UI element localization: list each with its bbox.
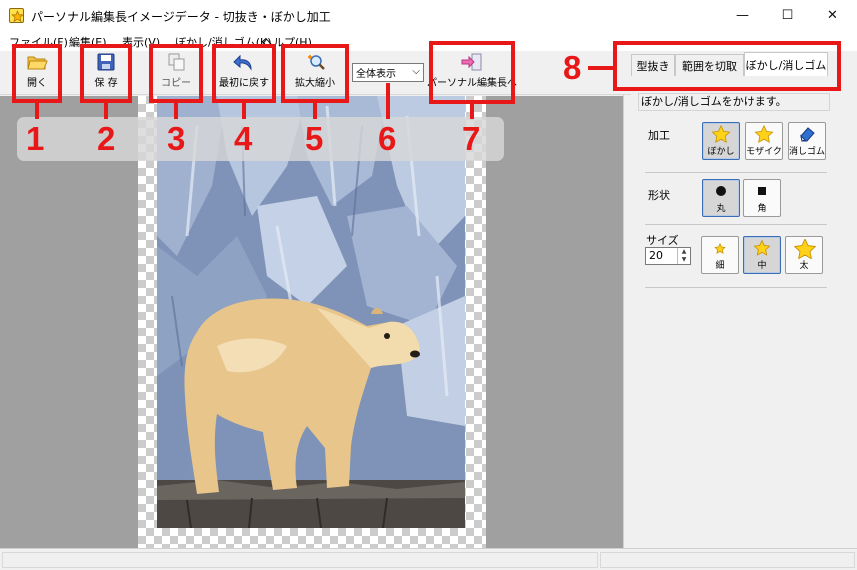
window-title: パーソナル編集長イメージデータ - 切抜き・ぼかし加工 [31, 10, 331, 24]
square-shape-label: 角 [757, 204, 767, 214]
eraser-icon [797, 125, 817, 143]
mosaic-option-label: モザイク [746, 147, 782, 157]
size-thin-button[interactable]: 細 [701, 236, 739, 274]
callout-line-1 [35, 103, 39, 119]
callout-line-2 [104, 103, 108, 119]
eraser-option-button[interactable]: 消しゴム [788, 122, 826, 160]
chevron-down-icon: ⌵ [412, 66, 420, 77]
callout-number-4: 4 [234, 120, 253, 157]
callout-line-8 [588, 66, 614, 70]
size-thin-label: 細 [715, 261, 725, 271]
star-icon [793, 237, 817, 260]
callout-box-1 [12, 44, 62, 103]
title-bar: パーソナル編集長イメージデータ - 切抜き・ぼかし加工 — ☐ ✕ [0, 0, 857, 31]
maximize-icon: ☐ [781, 8, 794, 23]
callout-line-4 [242, 103, 246, 119]
divider [645, 224, 827, 225]
callout-line-5 [313, 103, 317, 119]
splitter[interactable] [623, 95, 631, 548]
status-bar [0, 548, 857, 570]
callout-box-8 [613, 41, 841, 91]
callout-number-1: 1 [26, 120, 45, 157]
minimize-icon: — [736, 8, 749, 23]
size-stepper[interactable]: 20 ▲ ▼ [645, 247, 691, 265]
star-icon [752, 239, 772, 257]
blur-option-label: ぼかし [707, 147, 735, 157]
callout-line-3 [174, 103, 178, 119]
divider [645, 287, 827, 288]
size-label: サイズ [646, 234, 679, 247]
shape-label: 形状 [648, 189, 670, 202]
callout-line-7 [470, 104, 474, 119]
close-icon: ✕ [827, 8, 838, 23]
minimize-button[interactable]: — [720, 0, 765, 31]
callout-number-2: 2 [97, 120, 116, 157]
panel-description: ぼかし/消しゴムをかけます。 [638, 93, 830, 111]
size-thick-button[interactable]: 太 [785, 236, 823, 274]
app-icon [9, 8, 24, 23]
callout-number-8: 8 [563, 49, 582, 86]
zoom-dropdown-value: 全体表示 [356, 69, 396, 80]
mosaic-option-button[interactable]: モザイク [745, 122, 783, 160]
callout-line-6 [386, 83, 390, 119]
blur-option-button[interactable]: ぼかし [702, 122, 740, 160]
size-medium-button[interactable]: 中 [743, 236, 781, 274]
callout-number-3: 3 [167, 120, 186, 157]
status-segment [600, 552, 855, 568]
callout-number-5: 5 [305, 120, 324, 157]
close-button[interactable]: ✕ [810, 0, 855, 31]
stepper-arrows-icon[interactable]: ▲ ▼ [677, 248, 690, 264]
eraser-option-label: 消しゴム [789, 147, 826, 157]
round-shape-button[interactable]: 丸 [702, 179, 740, 217]
divider [645, 172, 827, 173]
square-icon [752, 182, 772, 200]
square-shape-button[interactable]: 角 [743, 179, 781, 217]
callout-number-7: 7 [462, 120, 481, 157]
star-icon [711, 124, 731, 143]
size-thick-label: 太 [799, 261, 809, 271]
callout-box-5 [281, 44, 349, 103]
star-icon [710, 239, 730, 257]
callout-box-7 [429, 41, 515, 104]
callout-box-3 [149, 44, 203, 103]
status-segment [2, 552, 598, 568]
callout-number-6: 6 [378, 120, 397, 157]
circle-icon [711, 182, 731, 200]
star-icon [754, 124, 774, 143]
round-shape-label: 丸 [716, 204, 726, 214]
callout-box-4 [212, 44, 276, 103]
zoom-dropdown[interactable]: 全体表示 ⌵ [352, 63, 424, 82]
size-medium-label: 中 [757, 261, 767, 271]
maximize-button[interactable]: ☐ [765, 0, 810, 31]
callout-box-2 [80, 44, 132, 103]
process-label: 加工 [648, 129, 670, 142]
callout-band [17, 117, 504, 161]
size-value: 20 [649, 249, 663, 262]
